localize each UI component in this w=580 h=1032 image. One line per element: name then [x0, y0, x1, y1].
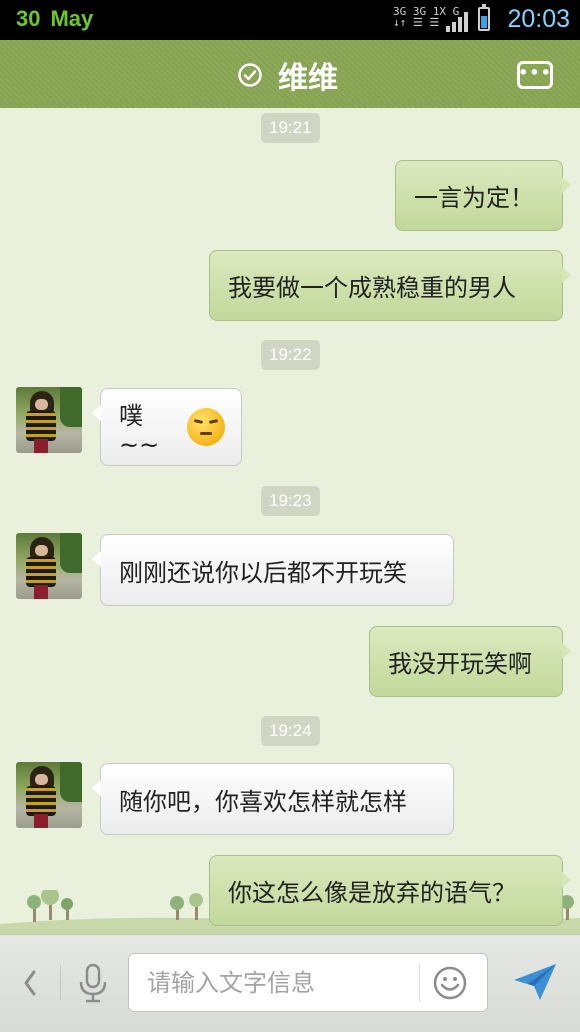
incoming-message[interactable]: 刚刚还说你以后都不开玩笑	[92, 534, 454, 606]
contact-avatar[interactable]	[16, 387, 82, 453]
timestamp: 19:23	[261, 486, 320, 516]
status-date: 30 May	[16, 6, 93, 32]
outgoing-message[interactable]: 一言为定！	[395, 160, 571, 231]
status-bar: 30 May 3G 3G 1X G ↓↑ ☰ ☰ 20:03	[0, 0, 580, 40]
message-input-box[interactable]	[128, 953, 488, 1012]
outgoing-message[interactable]: 你这怎么像是放弃的语气？	[209, 855, 571, 926]
chevron-left-icon[interactable]	[20, 966, 40, 1000]
status-month: May	[50, 6, 94, 31]
status-day: 30	[16, 6, 41, 31]
message-text: 你这怎么像是放弃的语气？	[228, 879, 516, 907]
signal-icon	[446, 12, 468, 32]
chat-title: 维维	[278, 61, 338, 96]
message-text: 我要做一个成熟稳重的男人	[228, 274, 516, 302]
smiley-icon[interactable]	[433, 966, 467, 1000]
header-scallop-edge	[0, 102, 580, 110]
contact-avatar[interactable]	[16, 533, 82, 599]
timestamp: 19:22	[261, 340, 320, 370]
timestamp: 19:21	[261, 113, 320, 143]
message-text: 噗~~	[119, 401, 160, 459]
more-dots-icon: •••	[518, 63, 552, 82]
check-circle-icon	[238, 63, 262, 87]
status-time: 20:03	[507, 5, 570, 33]
message-text: 我没开玩笑啊	[388, 650, 532, 678]
message-text: 刚刚还说你以后都不开玩笑	[119, 558, 407, 587]
chat-menu-button[interactable]: •••	[517, 61, 553, 89]
input-separator	[419, 964, 420, 1002]
incoming-message[interactable]: 噗~~	[92, 388, 242, 466]
chat-title-group: 维维	[238, 58, 338, 96]
paper-plane-icon[interactable]	[510, 960, 560, 1004]
outgoing-message[interactable]: 我没开玩笑啊	[369, 626, 571, 697]
smug-face-emoji-icon	[187, 408, 225, 446]
contact-avatar[interactable]	[16, 762, 82, 828]
timestamp: 19:24	[261, 716, 320, 746]
input-bar-divider	[60, 966, 61, 1000]
battery-icon	[478, 4, 490, 31]
incoming-message[interactable]: 随你吧，你喜欢怎样就怎样	[92, 763, 454, 835]
outgoing-message[interactable]: 我要做一个成熟稳重的男人	[209, 250, 571, 321]
message-text: 一言为定！	[414, 184, 534, 212]
message-input[interactable]	[147, 954, 417, 1011]
message-text: 随你吧，你喜欢怎样就怎样	[119, 787, 407, 816]
microphone-icon[interactable]	[76, 962, 110, 1004]
